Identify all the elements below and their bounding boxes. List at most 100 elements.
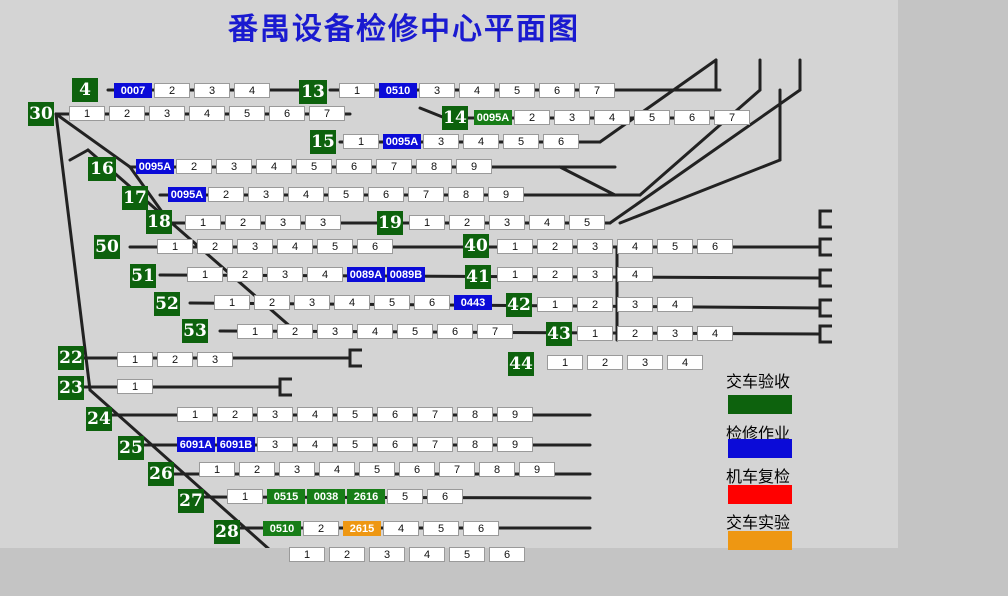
track-position-cell[interactable]: 5 [328, 187, 364, 202]
track-position-cell[interactable]: 3 [257, 437, 293, 452]
track-position-cell[interactable]: 0095A [474, 110, 512, 125]
track-label-43[interactable]: 43 [546, 322, 572, 346]
track-position-cell[interactable]: 1 [177, 407, 213, 422]
track-position-cell[interactable]: 2 [254, 295, 290, 310]
track-position-cell[interactable]: 3 [577, 239, 613, 254]
track-position-cell[interactable]: 2 [537, 239, 573, 254]
track-position-cell[interactable]: 2 [617, 326, 653, 341]
track-position-cell[interactable]: 5 [449, 547, 485, 562]
track-position-cell[interactable]: 3 [305, 215, 341, 230]
track-position-cell[interactable]: 1 [343, 134, 379, 149]
track-position-cell[interactable]: 4 [529, 215, 565, 230]
track-position-cell[interactable]: 4 [297, 437, 333, 452]
track-position-cell[interactable]: 3 [317, 324, 353, 339]
track-position-cell[interactable]: 4 [594, 110, 630, 125]
track-label-17[interactable]: 17 [122, 186, 148, 210]
track-position-cell[interactable]: 2 [109, 106, 145, 121]
track-position-cell[interactable]: 4 [297, 407, 333, 422]
track-position-cell[interactable]: 3 [489, 215, 525, 230]
track-position-cell[interactable]: 4 [288, 187, 324, 202]
track-position-cell[interactable]: 0515 [267, 489, 305, 504]
track-position-cell[interactable]: 3 [657, 326, 693, 341]
track-position-cell[interactable]: 1 [497, 267, 533, 282]
track-position-cell[interactable]: 3 [265, 215, 301, 230]
track-position-cell[interactable]: 5 [423, 521, 459, 536]
track-position-cell[interactable]: 2 [176, 159, 212, 174]
track-position-cell[interactable]: 1 [199, 462, 235, 477]
track-label-52[interactable]: 52 [154, 292, 180, 316]
track-position-cell[interactable]: 5 [503, 134, 539, 149]
track-position-cell[interactable]: 1 [117, 352, 153, 367]
track-position-cell[interactable]: 1 [547, 355, 583, 370]
track-label-42[interactable]: 42 [506, 293, 532, 317]
track-position-cell[interactable]: 3 [257, 407, 293, 422]
track-position-cell[interactable]: 1 [409, 215, 445, 230]
track-position-cell[interactable]: 4 [383, 521, 419, 536]
track-position-cell[interactable]: 2 [303, 521, 339, 536]
track-position-cell[interactable]: 5 [499, 83, 535, 98]
track-position-cell[interactable]: 0095A [383, 134, 421, 149]
track-position-cell[interactable]: 9 [519, 462, 555, 477]
track-position-cell[interactable]: 8 [457, 437, 493, 452]
track-label-50[interactable]: 50 [94, 235, 120, 259]
track-label-23[interactable]: 23 [58, 376, 84, 400]
track-position-cell[interactable]: 2 [577, 297, 613, 312]
track-position-cell[interactable]: 7 [579, 83, 615, 98]
track-position-cell[interactable]: 1 [289, 547, 325, 562]
track-position-cell[interactable]: 6091B [217, 437, 255, 452]
track-label-25[interactable]: 25 [118, 436, 144, 460]
track-label-53[interactable]: 53 [182, 319, 208, 343]
track-position-cell[interactable]: 6 [543, 134, 579, 149]
track-position-cell[interactable]: 9 [497, 407, 533, 422]
track-position-cell[interactable]: 5 [337, 437, 373, 452]
track-position-cell[interactable]: 4 [697, 326, 733, 341]
track-position-cell[interactable]: 5 [359, 462, 395, 477]
track-position-cell[interactable]: 2 [225, 215, 261, 230]
track-position-cell[interactable]: 0089A [347, 267, 385, 282]
track-label-14[interactable]: 14 [442, 106, 468, 130]
track-position-cell[interactable]: 4 [307, 267, 343, 282]
track-position-cell[interactable]: 6 [463, 521, 499, 536]
track-position-cell[interactable]: 4 [277, 239, 313, 254]
track-position-cell[interactable]: 6 [269, 106, 305, 121]
track-position-cell[interactable]: 4 [617, 267, 653, 282]
track-position-cell[interactable]: 3 [216, 159, 252, 174]
track-position-cell[interactable]: 8 [448, 187, 484, 202]
track-position-cell[interactable]: 2 [537, 267, 573, 282]
track-position-cell[interactable]: 7 [376, 159, 412, 174]
track-position-cell[interactable]: 6 [674, 110, 710, 125]
track-position-cell[interactable]: 3 [194, 83, 230, 98]
track-position-cell[interactable]: 5 [387, 489, 423, 504]
track-position-cell[interactable]: 6 [437, 324, 473, 339]
track-label-15[interactable]: 15 [310, 130, 336, 154]
track-position-cell[interactable]: 2 [157, 352, 193, 367]
track-position-cell[interactable]: 3 [554, 110, 590, 125]
track-position-cell[interactable]: 2 [227, 267, 263, 282]
track-label-4[interactable]: 4 [72, 78, 98, 102]
track-position-cell[interactable]: 1 [537, 297, 573, 312]
track-position-cell[interactable]: 2615 [343, 521, 381, 536]
track-position-cell[interactable]: 1 [339, 83, 375, 98]
track-position-cell[interactable]: 4 [657, 297, 693, 312]
track-position-cell[interactable]: 5 [317, 239, 353, 254]
track-position-cell[interactable]: 6 [377, 437, 413, 452]
track-position-cell[interactable]: 2 [208, 187, 244, 202]
track-position-cell[interactable]: 8 [457, 407, 493, 422]
track-position-cell[interactable]: 5 [337, 407, 373, 422]
track-position-cell[interactable]: 2 [514, 110, 550, 125]
track-position-cell[interactable]: 2 [239, 462, 275, 477]
track-position-cell[interactable]: 4 [256, 159, 292, 174]
track-label-40[interactable]: 40 [463, 234, 489, 258]
track-position-cell[interactable]: 6 [539, 83, 575, 98]
track-position-cell[interactable]: 6 [377, 407, 413, 422]
track-position-cell[interactable]: 3 [419, 83, 455, 98]
track-position-cell[interactable]: 8 [479, 462, 515, 477]
track-label-44[interactable]: 44 [508, 352, 534, 376]
track-label-18[interactable]: 18 [146, 210, 172, 234]
track-position-cell[interactable]: 1 [69, 106, 105, 121]
track-position-cell[interactable]: 7 [477, 324, 513, 339]
track-position-cell[interactable]: 5 [374, 295, 410, 310]
track-position-cell[interactable]: 0443 [454, 295, 492, 310]
track-position-cell[interactable]: 4 [189, 106, 225, 121]
track-position-cell[interactable]: 7 [417, 407, 453, 422]
